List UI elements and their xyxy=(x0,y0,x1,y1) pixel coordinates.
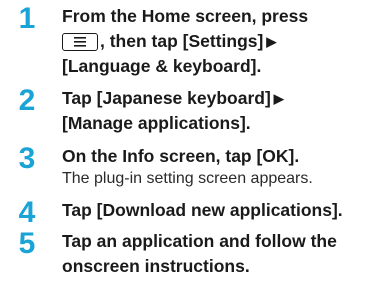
step-content: On the Info screen, tap [OK]. The plug-i… xyxy=(62,144,367,189)
step-content: Tap an application and follow the onscre… xyxy=(62,229,367,279)
step-text: , then tap [Settings] ▶ xyxy=(62,29,367,54)
step-content: Tap [Japanese keyboard] ▶ [Manage applica… xyxy=(62,86,367,136)
step-content: Tap [Download new applications]. xyxy=(62,198,367,223)
step-number: 3 xyxy=(18,142,36,175)
arrow-right-icon: ▶ xyxy=(266,34,277,49)
step-text: Tap an application and follow the xyxy=(62,231,337,251)
menu-key-icon xyxy=(62,33,98,51)
step-text-part: , then tap [Settings] xyxy=(100,31,264,51)
step-text: Tap [Japanese keyboard] ▶ xyxy=(62,86,367,111)
step-note: The plug-in setting screen appears. xyxy=(62,170,313,187)
step-text: [Manage applications]. xyxy=(62,113,251,133)
step-text: From the Home screen, press xyxy=(62,6,309,26)
step-text: On the Info screen, tap [OK]. xyxy=(62,146,300,166)
step-number: 1 xyxy=(18,2,36,35)
step-text: [Language & keyboard]. xyxy=(62,56,262,76)
step-text: onscreen instructions. xyxy=(62,256,250,276)
step-number: 5 xyxy=(18,227,36,260)
arrow-right-icon: ▶ xyxy=(273,91,284,106)
step-text-part: Tap [Japanese keyboard] xyxy=(62,88,271,108)
step-text: Tap [Download new applications]. xyxy=(62,200,343,220)
step-number: 4 xyxy=(18,196,36,229)
step-number: 2 xyxy=(18,84,36,117)
step-content: From the Home screen, press , then tap [… xyxy=(62,4,367,79)
